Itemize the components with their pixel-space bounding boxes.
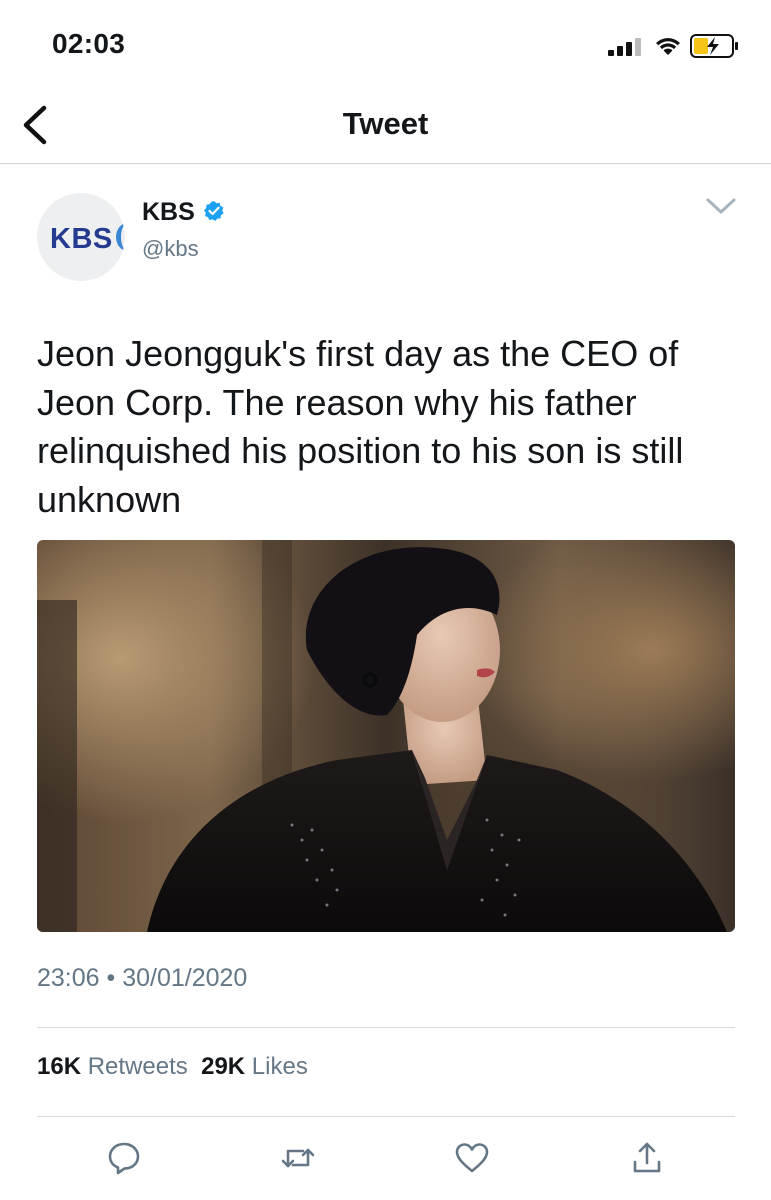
photo-portrait-illustration bbox=[37, 540, 727, 932]
chevron-down-icon[interactable] bbox=[705, 196, 737, 218]
likes-count: 29K bbox=[201, 1053, 246, 1080]
author-display-name[interactable]: KBS bbox=[142, 198, 195, 227]
share-icon[interactable] bbox=[629, 1140, 665, 1176]
divider bbox=[37, 1116, 735, 1117]
divider bbox=[37, 1027, 735, 1028]
avatar[interactable]: KBS bbox=[37, 193, 125, 281]
avatar-logo-text: KBS bbox=[50, 223, 113, 255]
avatar-logo-mark bbox=[116, 223, 125, 251]
page-title: Tweet bbox=[342, 106, 429, 141]
retweets-stat[interactable]: 16K Retweets bbox=[37, 1053, 188, 1080]
likes-stat[interactable]: 29K Likes bbox=[201, 1053, 308, 1080]
likes-label: Likes bbox=[251, 1053, 308, 1080]
retweets-count: 16K bbox=[37, 1053, 82, 1080]
tweet-timestamp[interactable]: 23:06 • 30/01/2020 bbox=[37, 964, 247, 993]
wifi-icon bbox=[656, 38, 680, 55]
tweet-text: Jeon Jeongguk's first day as the CEO of … bbox=[37, 333, 684, 520]
cellular-signal-icon bbox=[608, 38, 641, 56]
nav-divider bbox=[0, 163, 771, 164]
verified-badge-icon bbox=[204, 201, 224, 221]
status-bar-time: 02:03 bbox=[52, 28, 126, 59]
heart-icon[interactable] bbox=[454, 1140, 490, 1176]
battery-charging-icon bbox=[690, 34, 738, 58]
retweet-icon[interactable] bbox=[280, 1140, 316, 1176]
author-handle[interactable]: @kbs bbox=[142, 236, 199, 262]
tweet-photo[interactable] bbox=[37, 540, 735, 932]
retweets-label: Retweets bbox=[87, 1053, 188, 1080]
comment-icon[interactable] bbox=[106, 1140, 142, 1176]
engagement-stats: 16K Retweets 29K Likes bbox=[37, 1053, 308, 1081]
